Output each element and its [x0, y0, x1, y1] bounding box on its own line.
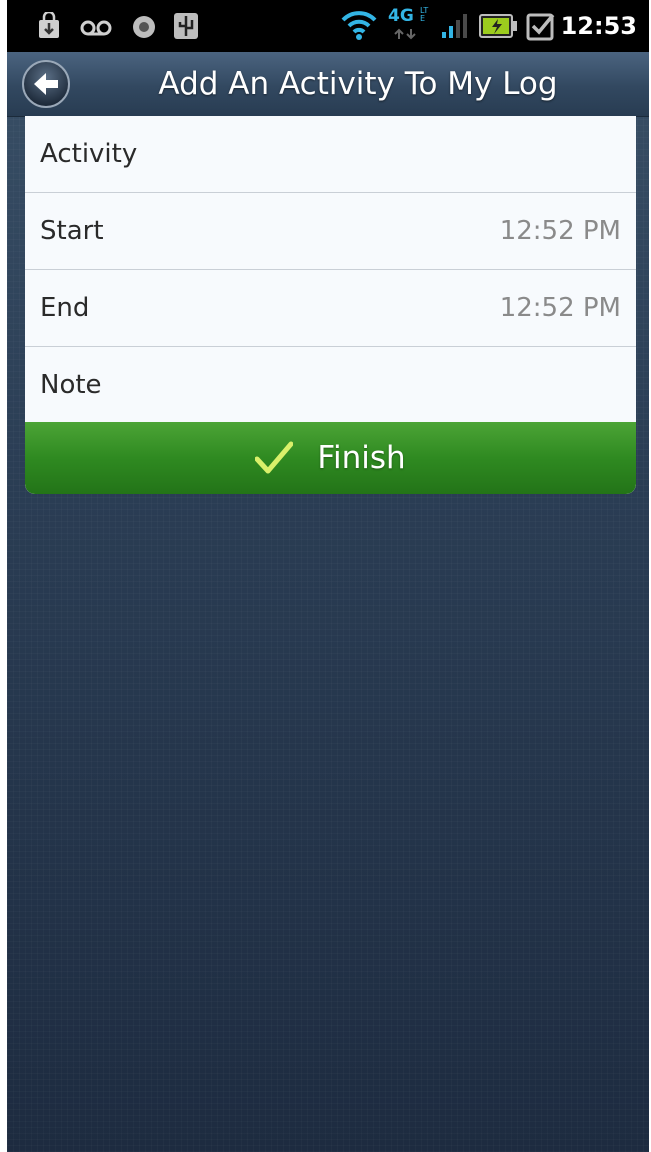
start-label: Start — [40, 216, 104, 246]
title-bar: Add An Activity To My Log — [7, 52, 649, 117]
status-time: 12:53 — [560, 12, 637, 40]
download-icon — [37, 10, 61, 40]
finish-button[interactable]: Finish — [25, 422, 636, 494]
page-title: Add An Activity To My Log — [158, 66, 558, 102]
start-time-row[interactable]: Start 12:52 PM — [25, 193, 636, 270]
voicemail-icon — [80, 12, 112, 40]
checkbox-task-icon — [526, 11, 556, 41]
wifi-icon — [340, 8, 378, 40]
activity-row[interactable]: Activity — [25, 116, 636, 193]
note-label: Note — [40, 370, 102, 400]
activity-form: Activity Start 12:52 PM End 12:52 PM Not… — [25, 116, 636, 494]
end-label: End — [40, 293, 90, 323]
back-button[interactable] — [22, 60, 70, 108]
activity-label: Activity — [40, 139, 138, 169]
end-time-value: 12:52 PM — [499, 293, 621, 323]
status-bar: 4G LTE 12:53 — [7, 0, 649, 52]
back-arrow-icon — [34, 73, 58, 95]
notification-dot-icon — [130, 12, 158, 40]
start-time-value: 12:52 PM — [499, 216, 621, 246]
usb-icon — [173, 12, 199, 40]
checkmark-icon — [255, 441, 294, 474]
app-screen: 4G LTE 12:53 Add An Activity To My Log A… — [7, 0, 649, 1152]
note-row[interactable]: Note — [25, 347, 636, 423]
finish-label: Finish — [317, 440, 406, 476]
end-time-row[interactable]: End 12:52 PM — [25, 270, 636, 347]
signal-icon — [441, 12, 467, 40]
battery-charging-icon — [479, 14, 519, 42]
